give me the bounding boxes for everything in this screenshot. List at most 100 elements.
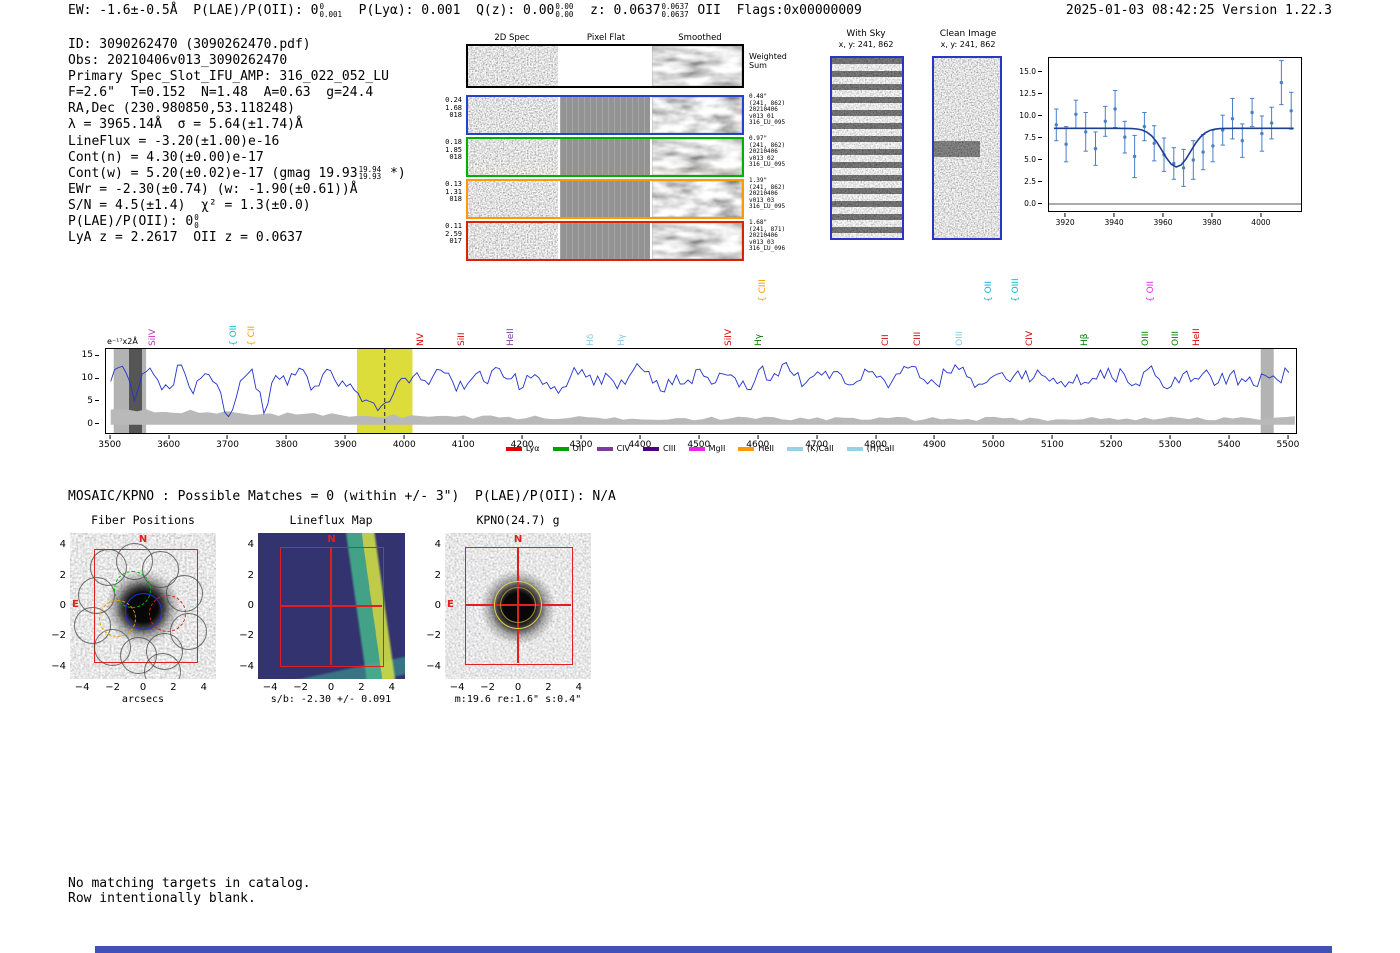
y-tick-label: −4 xyxy=(239,660,254,672)
x-tick-label: 5200 xyxy=(1100,435,1123,450)
tick-text: 0.0 xyxy=(1024,198,1036,208)
spec2d-row-left-labels: 0.11 2.59 017 xyxy=(430,222,462,246)
tick-mark xyxy=(1169,435,1171,439)
left-label-line: 018 xyxy=(449,153,462,162)
tick-text: 3800 xyxy=(274,440,298,450)
emission-line-label: Hδ xyxy=(585,333,596,346)
emission-line-label: { CII xyxy=(246,325,257,346)
spec2d-2dspec-image xyxy=(468,223,558,259)
tick-mark xyxy=(875,435,877,439)
y-tick-label: 10.0 xyxy=(1010,111,1042,120)
tick-text: 3700 xyxy=(216,440,239,450)
legend-label: HeII xyxy=(758,444,775,453)
tick-text: 15.0 xyxy=(1019,67,1036,77)
legend-item: CIV xyxy=(596,444,630,453)
tick-text: 2.5 xyxy=(1024,176,1036,186)
tick-mark xyxy=(1038,71,1042,73)
legend-label: (K)CaII xyxy=(807,444,834,453)
weighted-sum-label: Weighted Sum xyxy=(749,52,813,70)
tick-text: 3940 xyxy=(1104,218,1124,227)
tick-text: 5200 xyxy=(1099,440,1123,450)
tick-mark xyxy=(1038,93,1042,95)
spectrum-legend: Lyα OII CIV CIII MgII HeII (K)CaII (H)CaII xyxy=(430,444,970,453)
fiber-positions-xlabel: arcsecs xyxy=(121,694,165,705)
x-tick-label: 5000 xyxy=(982,435,1005,450)
tick-mark xyxy=(1110,435,1112,439)
x-tick-label: 3800 xyxy=(275,435,298,450)
next-section-edge-bar xyxy=(95,946,1332,953)
tick-mark xyxy=(1287,435,1289,439)
y-tick-label: 0 xyxy=(59,600,66,611)
crosshair-vertical xyxy=(330,547,332,665)
y-tick-label: 12.5 xyxy=(1010,89,1042,98)
spec2d-row xyxy=(466,179,744,219)
spec2d-2dspec-image xyxy=(468,181,558,217)
emission-line-label: SiIV xyxy=(147,328,158,346)
y-tick-label: 5.0 xyxy=(1010,155,1042,164)
y-tick-label: 15.0 xyxy=(1010,67,1042,76)
y-tick-label: 2 xyxy=(434,569,441,581)
y-tick-label: −4 xyxy=(51,660,66,672)
legend-label: MgII xyxy=(708,444,726,453)
emission-line-label: CII xyxy=(880,334,891,346)
kpno-cutout-title: KPNO(24.7) g xyxy=(476,513,560,527)
legend-item: OII xyxy=(552,444,584,453)
x-tick-label: −2 xyxy=(105,682,120,693)
spec2d-row-annotation: 0.97" (241, 862) 20210406 v013_02 316_LU_095 xyxy=(749,135,813,169)
fiber-circle-red xyxy=(148,594,186,632)
legend-label: OII xyxy=(572,444,584,453)
tick-mark xyxy=(462,435,464,439)
emission-line-label: SiII xyxy=(456,332,467,346)
compass-east-label: E xyxy=(72,598,79,610)
x-tick-label: −4 xyxy=(74,682,90,693)
spec2d-row-annotation: 0.48" (241, 862) 20210406 v013_01 316_LU_095 xyxy=(749,93,813,127)
spec2d-pixelflat-image xyxy=(560,139,650,175)
spec2d-2dspec-image xyxy=(468,139,558,175)
tick-text: 4000 xyxy=(1251,218,1271,227)
spec2d-row-left-labels: 0.13 1.31 018 xyxy=(430,180,462,204)
spec2d-pixelflat-image xyxy=(560,97,650,133)
legend-item: (K)CaII xyxy=(787,444,834,453)
withsky-image-panel xyxy=(830,56,904,240)
y-tick-label: −2 xyxy=(51,630,66,642)
tick-text: 3960 xyxy=(1153,218,1173,227)
x-tick-label: 5300 xyxy=(1159,435,1182,450)
fiber-positions-cutout: N E xyxy=(70,533,216,679)
tick-text: 3980 xyxy=(1202,218,1222,227)
tick-mark xyxy=(1260,213,1262,217)
tick-mark xyxy=(1051,435,1053,439)
compass-north-label: N xyxy=(138,534,148,545)
x-tick-label: −2 xyxy=(480,682,495,693)
kpno-cutout-xlabel: m:19.6 re:1.6" s:0.4" xyxy=(454,694,582,705)
emission-line-label: HeII xyxy=(506,328,517,346)
legend-label: Lyα xyxy=(525,444,540,453)
y-tick-label: 2 xyxy=(247,569,254,581)
tick-mark xyxy=(698,435,700,439)
emission-line-label: OIII xyxy=(955,330,966,346)
y-tick-label: 5 xyxy=(69,396,99,406)
legend-label: CIV xyxy=(616,444,630,453)
weighted-sum-line: Weighted xyxy=(749,52,787,61)
x-tick-label: 3940 xyxy=(1105,213,1124,227)
x-tick-label: −4 xyxy=(262,682,278,693)
x-tick-label: 5100 xyxy=(1041,435,1064,450)
y-tick-label: 10 xyxy=(69,373,99,383)
x-tick-label: 0 xyxy=(514,682,522,693)
y-tick-label: 7.5 xyxy=(1010,133,1042,142)
y-tick-label: −4 xyxy=(426,660,441,672)
tick-mark xyxy=(1211,213,1213,217)
emission-line-label: CIV xyxy=(1025,330,1036,346)
left-label-line: 017 xyxy=(449,237,462,246)
tick-mark xyxy=(1038,137,1042,139)
withsky-coords: x, y: 241, 862 xyxy=(838,40,894,49)
x-tick-label: 3920 xyxy=(1056,213,1075,227)
tick-mark xyxy=(168,435,170,439)
spec2d-smoothed-image xyxy=(652,46,742,86)
x-tick-label: 4 xyxy=(388,682,396,693)
emission-line-label: OIII xyxy=(1171,330,1182,346)
left-label-line: 018 xyxy=(449,195,462,204)
annotation-line: 316_LU_095 xyxy=(749,203,786,211)
clean-image-panel xyxy=(932,56,1002,240)
tick-text: 5100 xyxy=(1040,440,1064,450)
tick-mark xyxy=(95,377,99,379)
